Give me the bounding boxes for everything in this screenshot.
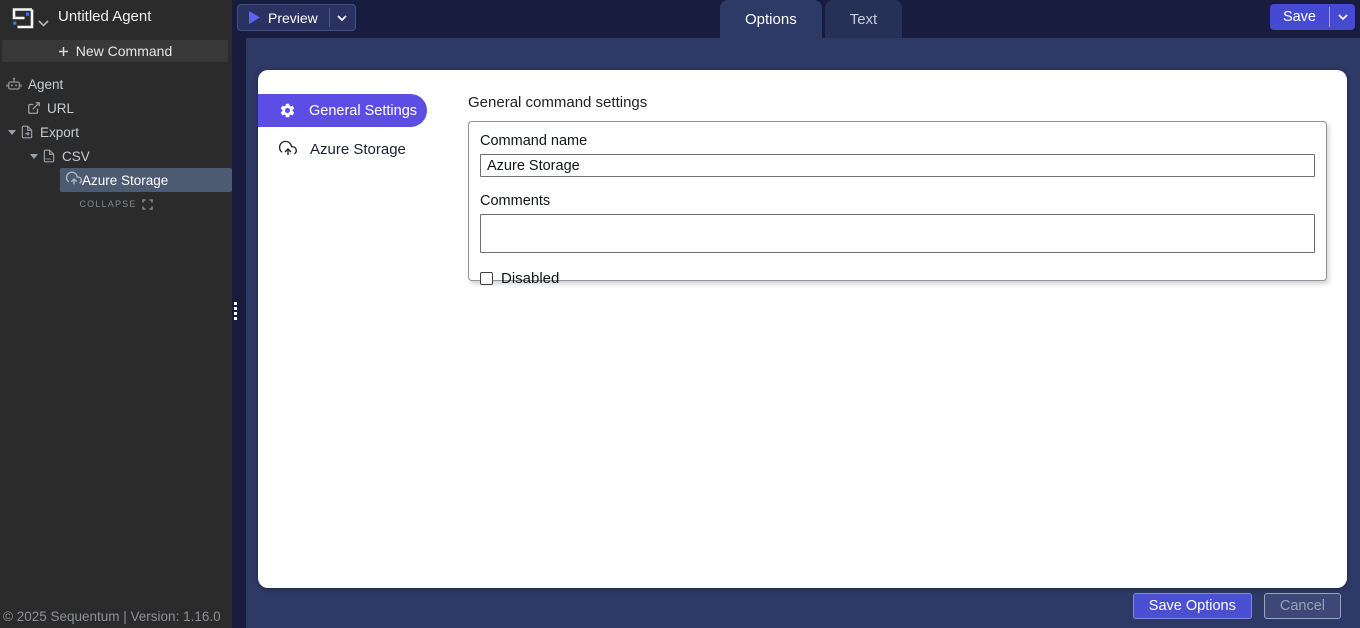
- bottom-actions: Save Options Cancel: [1133, 593, 1341, 619]
- play-icon: [249, 11, 260, 24]
- version-footer: © 2025 Sequentum | Version: 1.16.0: [3, 609, 221, 624]
- new-command-button[interactable]: New Command: [2, 40, 228, 62]
- general-settings-fieldset: Command name Comments Disabled: [468, 121, 1327, 281]
- preview-label: Preview: [268, 10, 318, 26]
- preview-dropdown-button[interactable]: [330, 5, 355, 30]
- sidebar-splitter[interactable]: [232, 0, 246, 628]
- tree-item-label: Agent: [28, 77, 63, 92]
- file-csv-icon: csv: [42, 149, 56, 163]
- robot-icon: [6, 76, 22, 92]
- caret-down-icon[interactable]: [7, 127, 17, 137]
- tree-item-label: Azure Storage: [82, 173, 168, 188]
- sidebar: Untitled Agent New Command Agent: [0, 0, 232, 628]
- svg-text:csv: csv: [46, 157, 52, 161]
- preview-button[interactable]: Preview: [238, 5, 329, 30]
- cloud-upload-icon: [66, 171, 82, 190]
- external-link-icon: [27, 101, 41, 115]
- plus-icon: [58, 46, 69, 57]
- save-dropdown-button[interactable]: [1330, 4, 1355, 30]
- tree-item-csv[interactable]: csv CSV: [0, 144, 232, 168]
- tree-item-azure-storage-selected[interactable]: Azure Storage: [60, 168, 232, 192]
- disabled-checkbox[interactable]: [480, 272, 493, 285]
- options-panel: General Settings Azure Storage General c…: [258, 70, 1347, 588]
- save-split-button[interactable]: Save: [1270, 4, 1355, 30]
- command-tree: Agent URL Exp: [0, 72, 232, 214]
- tree-item-label: URL: [47, 101, 74, 116]
- comments-label: Comments: [480, 193, 1315, 209]
- preview-split-button[interactable]: Preview: [237, 4, 356, 31]
- panel-nav-general-settings[interactable]: General Settings: [258, 94, 427, 127]
- tree-item-agent[interactable]: Agent: [0, 72, 232, 96]
- save-options-button[interactable]: Save Options: [1133, 593, 1252, 619]
- save-button[interactable]: Save: [1270, 4, 1329, 30]
- agent-menu-chevron-icon[interactable]: [38, 14, 49, 32]
- disabled-label: Disabled: [501, 270, 559, 287]
- cancel-button[interactable]: Cancel: [1264, 593, 1341, 619]
- command-name-input[interactable]: [480, 154, 1315, 177]
- form-heading: General command settings: [468, 94, 647, 111]
- collapse-label: COLLAPSE: [79, 199, 136, 209]
- command-name-label: Command name: [480, 133, 1315, 149]
- panel-nav-azure-storage[interactable]: Azure Storage: [258, 134, 427, 164]
- collapse-icon: [142, 199, 153, 210]
- file-export-icon: [20, 125, 34, 139]
- panel-nav-label: General Settings: [309, 103, 417, 119]
- tree-item-url[interactable]: URL: [0, 96, 232, 120]
- new-command-label: New Command: [76, 43, 172, 59]
- cloud-upload-icon: [279, 140, 297, 158]
- agent-title: Untitled Agent: [58, 8, 151, 25]
- panel-nav-label: Azure Storage: [310, 141, 406, 158]
- tab-bar: Options Text: [720, 0, 902, 38]
- caret-down-icon[interactable]: [29, 151, 39, 161]
- tree-item-label: CSV: [62, 149, 90, 164]
- tree-item-export[interactable]: Export: [0, 120, 232, 144]
- tab-text[interactable]: Text: [825, 0, 903, 38]
- tab-options[interactable]: Options: [720, 0, 822, 38]
- gear-icon: [279, 102, 296, 119]
- sequentum-logo-icon: [9, 5, 35, 36]
- sidebar-header: Untitled Agent: [0, 0, 232, 36]
- comments-textarea[interactable]: [480, 214, 1315, 253]
- tree-item-label: Export: [40, 125, 79, 140]
- collapse-tree-button[interactable]: COLLAPSE: [0, 194, 232, 214]
- drag-handle-icon[interactable]: [234, 302, 237, 320]
